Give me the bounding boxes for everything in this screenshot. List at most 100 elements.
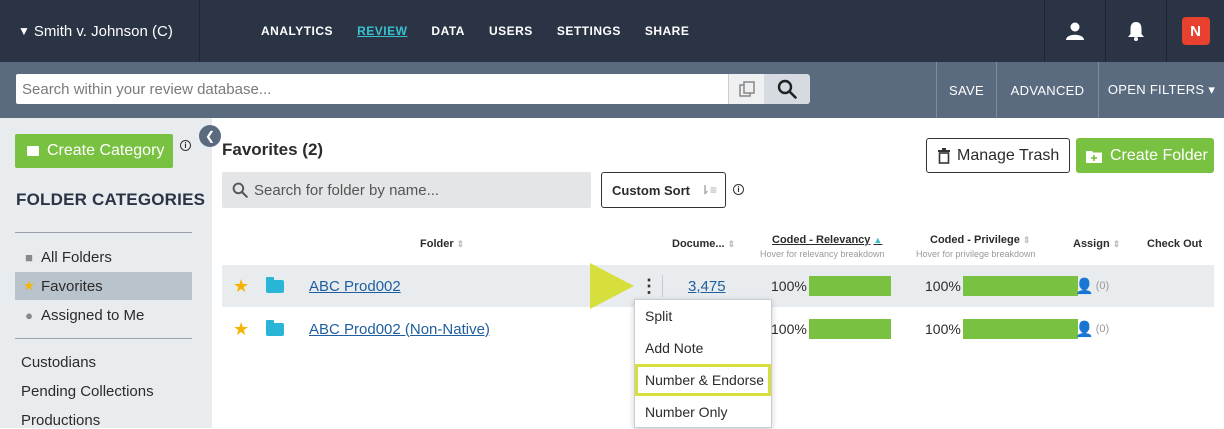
create-folder-button[interactable]: Create Folder: [1076, 138, 1214, 173]
divider: [15, 232, 192, 233]
user-menu-button[interactable]: [1044, 0, 1104, 62]
add-user-icon: 👤: [1075, 321, 1094, 338]
column-header-privilege[interactable]: Coded - Privilege ⇕: [930, 234, 1030, 246]
top-nav-bar: ▼ Smith v. Johnson (C) ANALYTICS REVIEW …: [0, 0, 1224, 62]
sidebar-item-assigned-to-me[interactable]: ● Assigned to Me: [15, 301, 192, 329]
sort-icon: ⇕: [456, 239, 465, 249]
collapse-sidebar-button[interactable]: ❮: [199, 125, 221, 147]
row-context-menu: Split Add Note Number & Endorse Number O…: [634, 299, 772, 428]
folder-add-icon: [27, 146, 39, 156]
nav-data[interactable]: DATA: [431, 24, 465, 38]
folder-icon: ■: [25, 249, 33, 265]
column-header-relevancy[interactable]: Coded - Relevancy ▲: [772, 234, 882, 246]
manage-trash-button[interactable]: Manage Trash: [926, 138, 1070, 173]
nav-review[interactable]: REVIEW: [357, 24, 407, 38]
custom-sort-button[interactable]: Custom Sort ⇂≡: [601, 172, 726, 208]
case-name: Smith v. Johnson (C): [33, 22, 173, 40]
sort-icon: ⇕: [1112, 239, 1121, 249]
sort-icon: ⇕: [727, 239, 736, 249]
sidebar-item-label: All Folders: [41, 248, 112, 266]
relevancy-percent: 100%: [771, 278, 807, 294]
create-category-button[interactable]: Create Category: [15, 134, 173, 168]
nav-analytics[interactable]: ANALYTICS: [261, 24, 333, 38]
info-icon[interactable]: i: [733, 184, 744, 195]
column-header-folder[interactable]: Folder ⇕: [420, 238, 464, 250]
folder-icon: [266, 308, 284, 350]
open-filters-button[interactable]: OPEN FILTERS ▾: [1098, 62, 1224, 118]
notifications-button[interactable]: [1105, 0, 1165, 62]
assign-button[interactable]: 👤 (0): [1075, 308, 1109, 350]
column-label: Folder: [420, 238, 454, 250]
search-icon: [232, 182, 248, 198]
menu-item-number-only[interactable]: Number Only: [635, 396, 771, 428]
add-user-icon: 👤: [1075, 278, 1094, 295]
relevancy-bar[interactable]: [808, 319, 891, 339]
chevron-left-icon: ❮: [204, 129, 216, 143]
sidebar-link-pending-collections[interactable]: Pending Collections: [21, 383, 154, 400]
folder-name-link[interactable]: ABC Prod002: [309, 278, 401, 295]
review-search-input[interactable]: [16, 74, 728, 104]
bell-icon: [1127, 22, 1144, 41]
relevancy-hint: Hover for relevancy breakdown: [760, 249, 885, 259]
advanced-button[interactable]: ADVANCED: [996, 62, 1098, 118]
sort-icon: ⇕: [1022, 235, 1031, 245]
star-icon: ★: [23, 278, 35, 293]
sidebar-link-productions[interactable]: Productions: [21, 412, 100, 429]
sidebar-link-custodians[interactable]: Custodians: [21, 354, 96, 371]
sort-asc-icon: ▲: [873, 235, 883, 245]
copy-button[interactable]: [728, 74, 764, 104]
search-toolbar: SAVE ADVANCED OPEN FILTERS ▾: [0, 62, 1224, 118]
column-label: Assign: [1073, 238, 1110, 250]
user-icon: [1065, 22, 1084, 40]
pointer-arrow-icon: [590, 263, 634, 309]
divider: [15, 338, 192, 339]
sidebar-item-favorites[interactable]: ★ Favorites: [15, 272, 192, 300]
column-header-documents[interactable]: Docume... ⇕: [672, 238, 735, 250]
column-label: Coded - Relevancy: [772, 234, 871, 246]
favorite-star-icon[interactable]: ★: [233, 265, 249, 307]
search-icon: [777, 79, 797, 99]
menu-item-add-note[interactable]: Add Note: [635, 332, 771, 364]
column-label: Coded - Privilege: [930, 234, 1020, 246]
folder-search-input[interactable]: [254, 181, 584, 199]
person-icon: ●: [25, 307, 33, 323]
save-button[interactable]: SAVE: [936, 62, 996, 118]
search-button[interactable]: [764, 74, 810, 104]
column-label: Docume...: [672, 238, 725, 250]
create-folder-label: Create Folder: [1110, 146, 1208, 164]
privilege-bar[interactable]: [962, 319, 1078, 339]
privilege-percent: 100%: [925, 278, 961, 294]
sidebar-item-label: Assigned to Me: [41, 306, 145, 324]
privilege-percent: 100%: [925, 321, 961, 337]
info-icon[interactable]: i: [180, 140, 191, 151]
sidebar-item-all-folders[interactable]: ■ All Folders: [15, 243, 192, 271]
nav-share[interactable]: SHARE: [645, 24, 690, 38]
copy-icon: [738, 81, 755, 97]
column-header-assign[interactable]: Assign ⇕: [1073, 238, 1120, 250]
caret-down-icon: ▼: [18, 24, 30, 38]
sidebar-item-label: Favorites: [41, 277, 103, 295]
manage-trash-label: Manage Trash: [957, 146, 1060, 164]
brand-logo-button[interactable]: N: [1166, 0, 1224, 62]
nav-settings[interactable]: SETTINGS: [557, 24, 621, 38]
folder-plus-icon: [1086, 150, 1102, 163]
folder-categories-title: FOLDER CATEGORIES: [16, 190, 206, 209]
document-count-link[interactable]: 3,475: [688, 278, 726, 295]
assign-count: (0): [1095, 280, 1110, 292]
folder-sidebar: Create Category i FOLDER CATEGORIES ■ Al…: [0, 118, 212, 429]
menu-item-number-endorse[interactable]: Number & Endorse: [635, 364, 771, 396]
favorite-star-icon[interactable]: ★: [233, 308, 249, 350]
assign-button[interactable]: 👤 (0): [1075, 265, 1109, 307]
sort-icon: ⇂≡: [700, 183, 718, 197]
trash-icon: [938, 147, 950, 164]
privilege-bar[interactable]: [962, 276, 1078, 296]
main-nav: ANALYTICS REVIEW DATA USERS SETTINGS SHA…: [261, 0, 713, 62]
relevancy-bar[interactable]: [808, 276, 891, 296]
nav-users[interactable]: USERS: [489, 24, 533, 38]
folder-name-link[interactable]: ABC Prod002 (Non-Native): [309, 321, 490, 338]
folder-icon: [266, 265, 284, 307]
case-selector[interactable]: ▼ Smith v. Johnson (C): [0, 0, 200, 62]
folder-search: [222, 172, 591, 208]
page-title: Favorites (2): [222, 140, 324, 159]
menu-item-split[interactable]: Split: [635, 300, 771, 332]
